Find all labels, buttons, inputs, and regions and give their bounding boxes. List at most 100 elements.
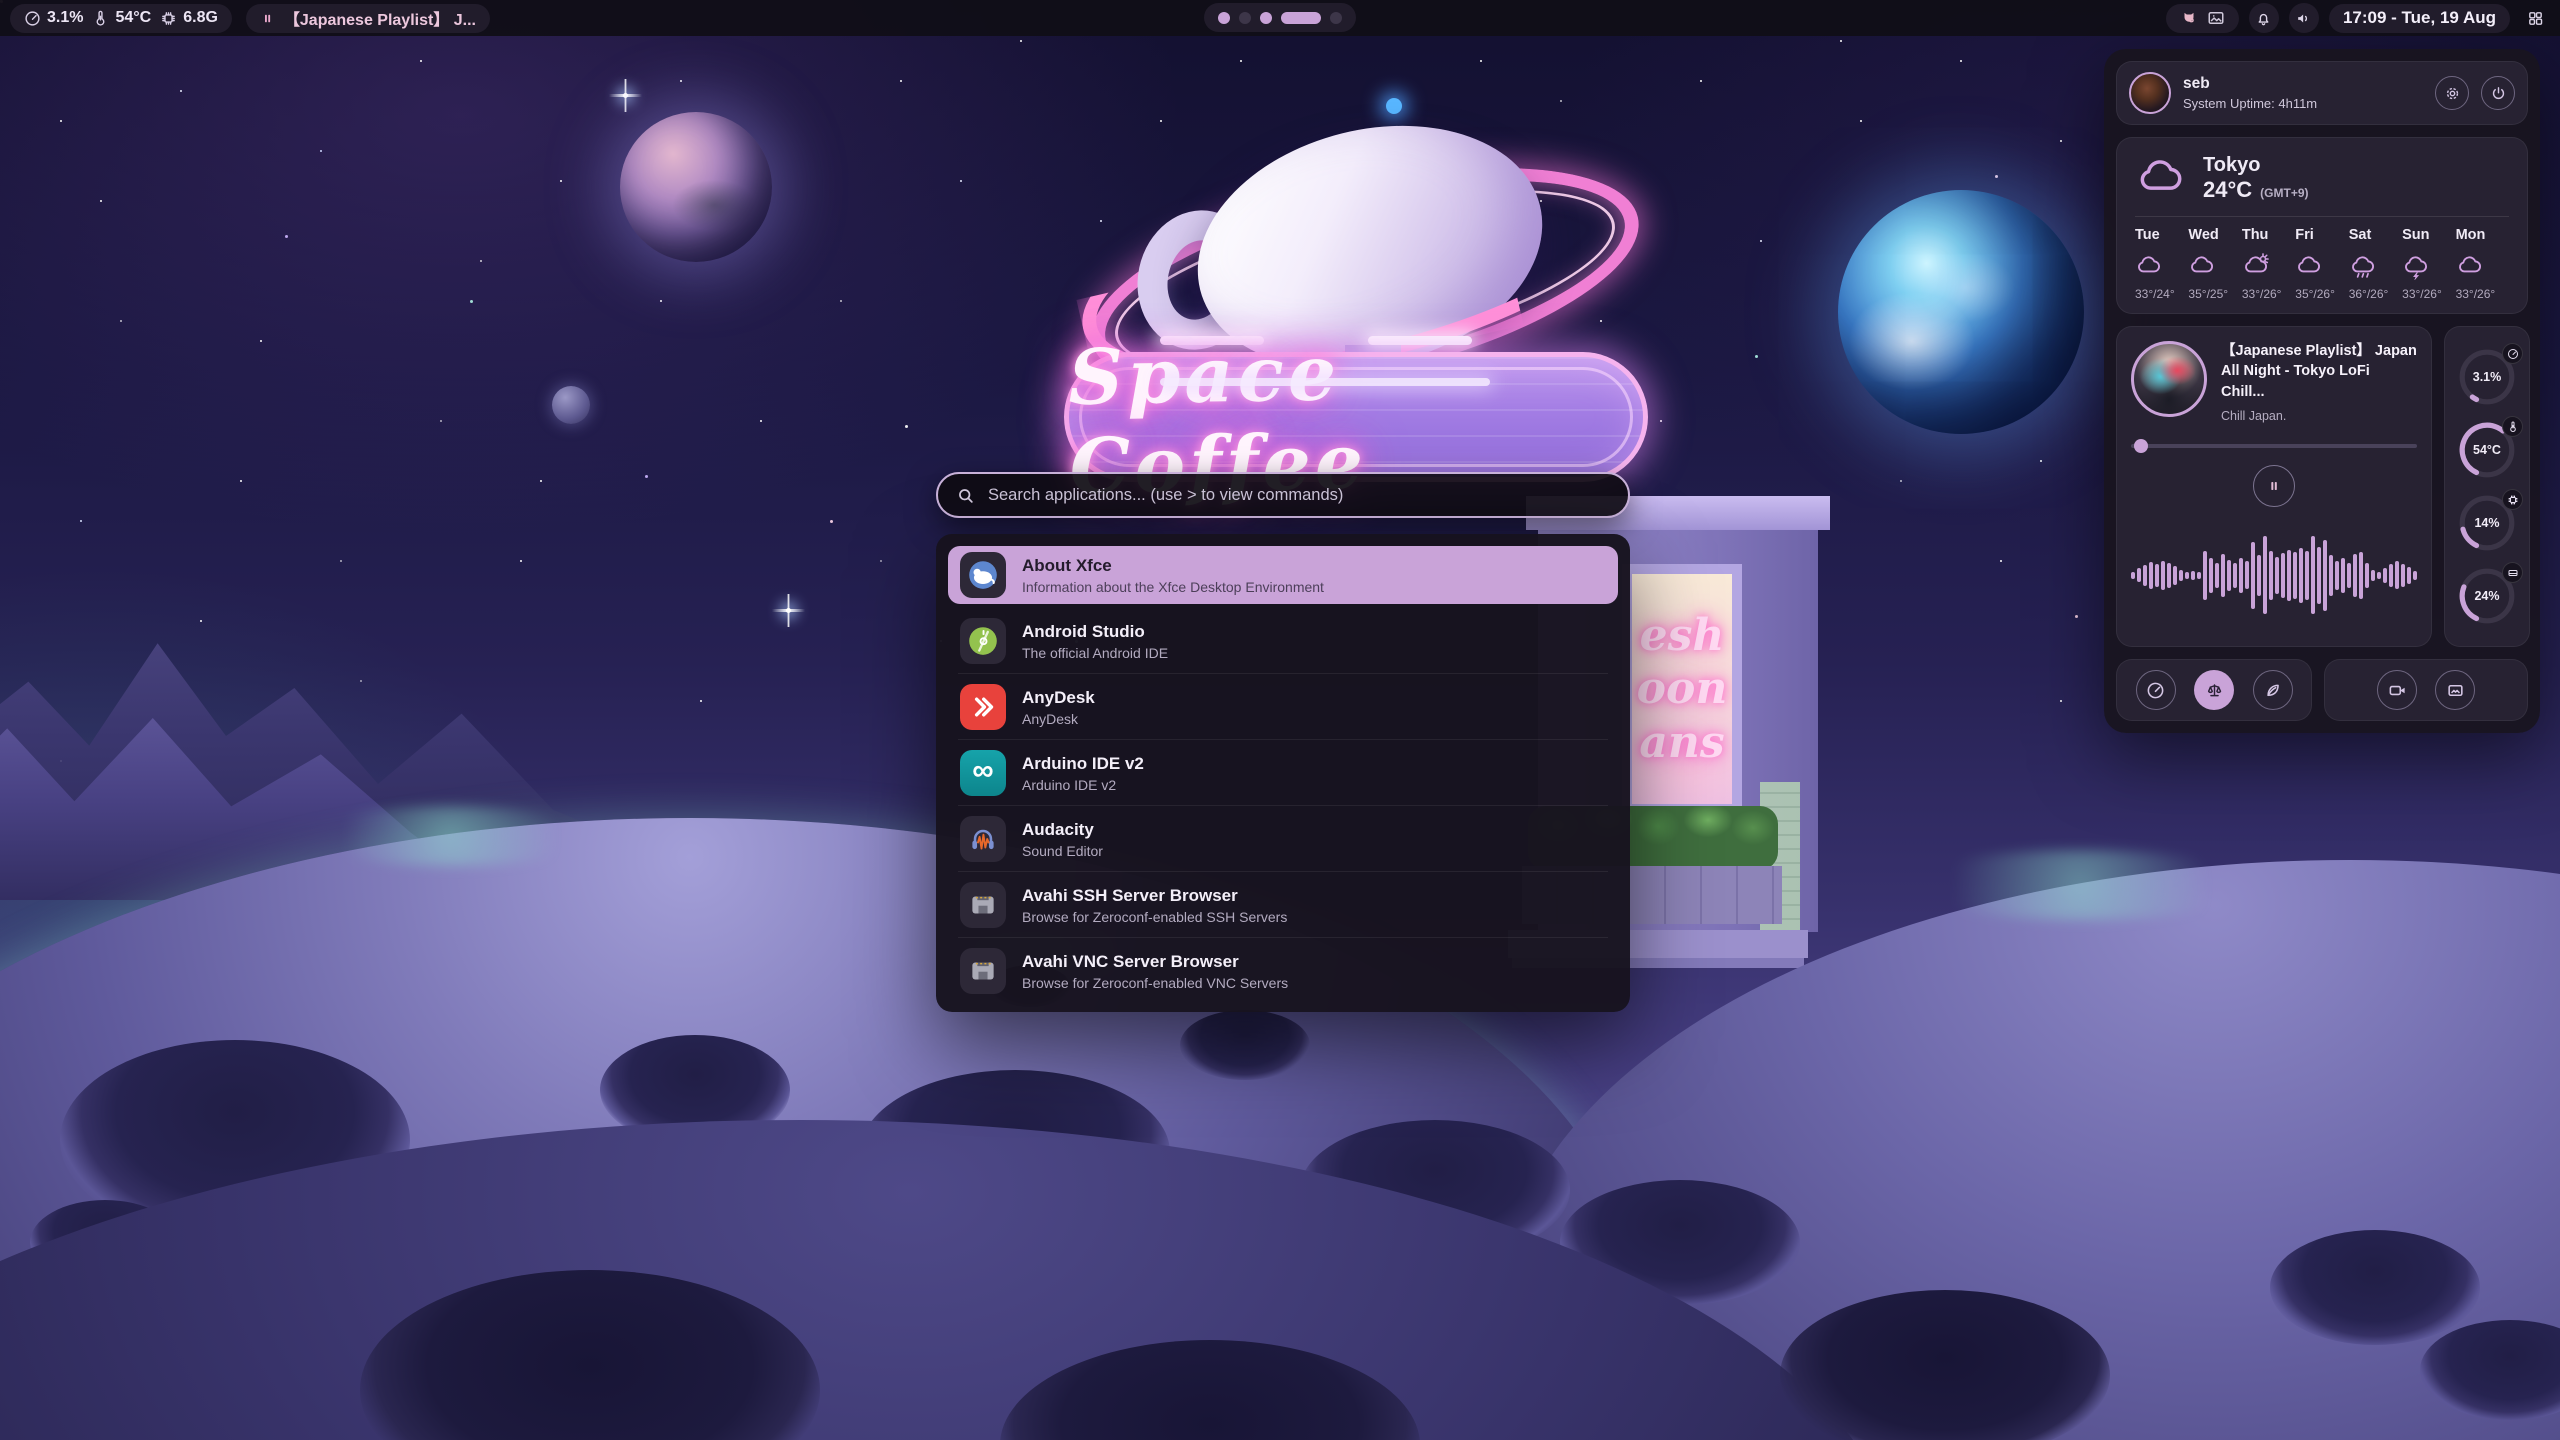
temperature-gauge: 54°C	[2456, 419, 2518, 481]
crater	[1180, 1010, 1310, 1080]
memory-gauge: 14%	[2456, 492, 2518, 554]
avatar	[2129, 72, 2171, 114]
android-studio-icon	[960, 618, 1006, 664]
avahi-network-icon	[960, 882, 1006, 928]
workspace-dot-4[interactable]	[1281, 12, 1321, 24]
app-row-audacity[interactable]: Audacity Sound Editor	[948, 810, 1618, 868]
app-name: AnyDesk	[1022, 687, 1095, 708]
blue-star	[1386, 98, 1402, 114]
infinity-glyph: ∞	[972, 756, 993, 786]
window-neon-line: esh	[1640, 616, 1725, 656]
xfce-logo-icon	[960, 552, 1006, 598]
control-panel: seb System Uptime: 4h11m Tokyo 24°C (GMT…	[2104, 49, 2540, 733]
app-name: Audacity	[1022, 819, 1103, 840]
forecast-day: Thu 33°/26°	[2242, 227, 2295, 301]
app-name: Avahi SSH Server Browser	[1022, 885, 1287, 906]
cpu-stat-value: 3.1%	[47, 9, 83, 27]
window-neon-line: ans	[1639, 723, 1724, 763]
app-description: Arduino IDE v2	[1022, 777, 1144, 793]
track-title: 【Japanese Playlist】 Japan All Night - To…	[2221, 341, 2417, 402]
seek-track	[2131, 444, 2417, 448]
memory-stat-value: 6.8G	[183, 9, 218, 27]
sign-base-glow	[1160, 378, 1490, 386]
speedometer-icon	[2502, 343, 2523, 364]
app-name: About Xfce	[1022, 555, 1324, 576]
avahi-network-icon	[960, 948, 1006, 994]
speaker-icon	[2295, 10, 2312, 27]
weather-icon	[2456, 252, 2484, 280]
app-row-about-xfce[interactable]: About Xfce Information about the Xfce De…	[948, 546, 1618, 604]
temperature-stat-value: 54°C	[115, 9, 151, 27]
search-input[interactable]	[988, 486, 1610, 505]
cpu-gauge: 3.1%	[2456, 346, 2518, 408]
search-icon	[956, 486, 975, 505]
seek-slider[interactable]	[2131, 439, 2417, 453]
weather-icon	[2402, 252, 2430, 280]
performance-mode-button[interactable]	[2136, 670, 2176, 710]
app-description: Browse for Zeroconf-enabled VNC Servers	[1022, 975, 1288, 991]
leaf-icon	[2263, 681, 2282, 700]
anydesk-icon	[960, 684, 1006, 730]
system-uptime: System Uptime: 4h11m	[2183, 96, 2317, 111]
video-camera-icon	[2388, 681, 2407, 700]
cat-tray-icon[interactable]	[2180, 9, 2198, 27]
app-row-avahi-ssh[interactable]: Avahi SSH Server Browser Browse for Zero…	[948, 876, 1618, 934]
horizon-glow	[1900, 850, 2260, 920]
app-row-avahi-vnc[interactable]: Avahi VNC Server Browser Browse for Zero…	[948, 942, 1618, 1000]
media-pill-title: 【Japanese Playlist】 J...	[284, 6, 476, 30]
speedometer-icon	[24, 10, 41, 27]
volume-button[interactable]	[2289, 3, 2319, 33]
wallpaper-tray-icon[interactable]	[2207, 9, 2225, 27]
workspace-dot-3[interactable]	[1260, 12, 1272, 24]
bright-star	[786, 608, 791, 613]
forecast-day: Mon 33°/26°	[2456, 227, 2509, 301]
screen-record-button[interactable]	[2377, 670, 2417, 710]
disk-gauge: 24%	[2456, 565, 2518, 627]
horizon-glow	[300, 806, 600, 866]
search-bar	[936, 472, 1630, 518]
audacity-icon	[960, 816, 1006, 862]
powersave-mode-button[interactable]	[2253, 670, 2293, 710]
power-profile-card	[2116, 659, 2312, 721]
thermometer-icon	[2502, 416, 2523, 437]
system-tray	[2166, 4, 2239, 33]
window-neon-line: oon	[1637, 669, 1728, 709]
audio-visualizer	[2131, 515, 2417, 636]
user-card: seb System Uptime: 4h11m	[2116, 61, 2528, 125]
system-gauges-card: 3.1% 54°C 14% 24%	[2444, 326, 2530, 647]
memory-stat: 6.8G	[160, 9, 218, 27]
play-pause-button[interactable]	[2253, 465, 2295, 507]
screenshot-button[interactable]	[2435, 670, 2475, 710]
balanced-mode-button[interactable]	[2194, 670, 2234, 710]
app-grid-button[interactable]	[2520, 3, 2550, 33]
app-row-anydesk[interactable]: AnyDesk AnyDesk	[948, 678, 1618, 736]
shop-window: esh oon ans	[1622, 564, 1742, 814]
crater	[2270, 1230, 2480, 1345]
app-row-arduino[interactable]: ∞ Arduino IDE v2 Arduino IDE v2	[948, 744, 1618, 802]
system-stats-pill: 3.1% 54°C 6.8G	[10, 4, 232, 33]
power-button[interactable]	[2481, 76, 2515, 110]
workspace-dot-1[interactable]	[1218, 12, 1230, 24]
seek-knob[interactable]	[2134, 439, 2148, 453]
cloud-icon	[2135, 152, 2187, 204]
media-pill[interactable]: 【Japanese Playlist】 J...	[246, 4, 490, 33]
app-description: Sound Editor	[1022, 843, 1103, 859]
settings-button[interactable]	[2435, 76, 2469, 110]
app-row-android-studio[interactable]: Android Studio The official Android IDE	[948, 612, 1618, 670]
weather-temperature: 24°C	[2203, 177, 2252, 203]
disk-icon	[2502, 562, 2523, 583]
workspace-dot-2[interactable]	[1239, 12, 1251, 24]
forecast-day: Fri 35°/26°	[2295, 227, 2348, 301]
weather-icon	[2135, 252, 2163, 280]
capture-card	[2324, 659, 2528, 721]
thermometer-icon	[92, 10, 109, 27]
forecast-day: Tue 33°/24°	[2135, 227, 2188, 301]
workspace-dot-5[interactable]	[1330, 12, 1342, 24]
chip-icon	[160, 10, 177, 27]
clock-pill[interactable]: 17:09 - Tue, 19 Aug	[2329, 4, 2510, 33]
app-launcher: About Xfce Information about the Xfce De…	[936, 472, 1630, 1012]
workspace-indicator	[1204, 3, 1356, 32]
bright-star	[623, 93, 628, 98]
notifications-button[interactable]	[2249, 3, 2279, 33]
pause-icon	[260, 11, 275, 26]
